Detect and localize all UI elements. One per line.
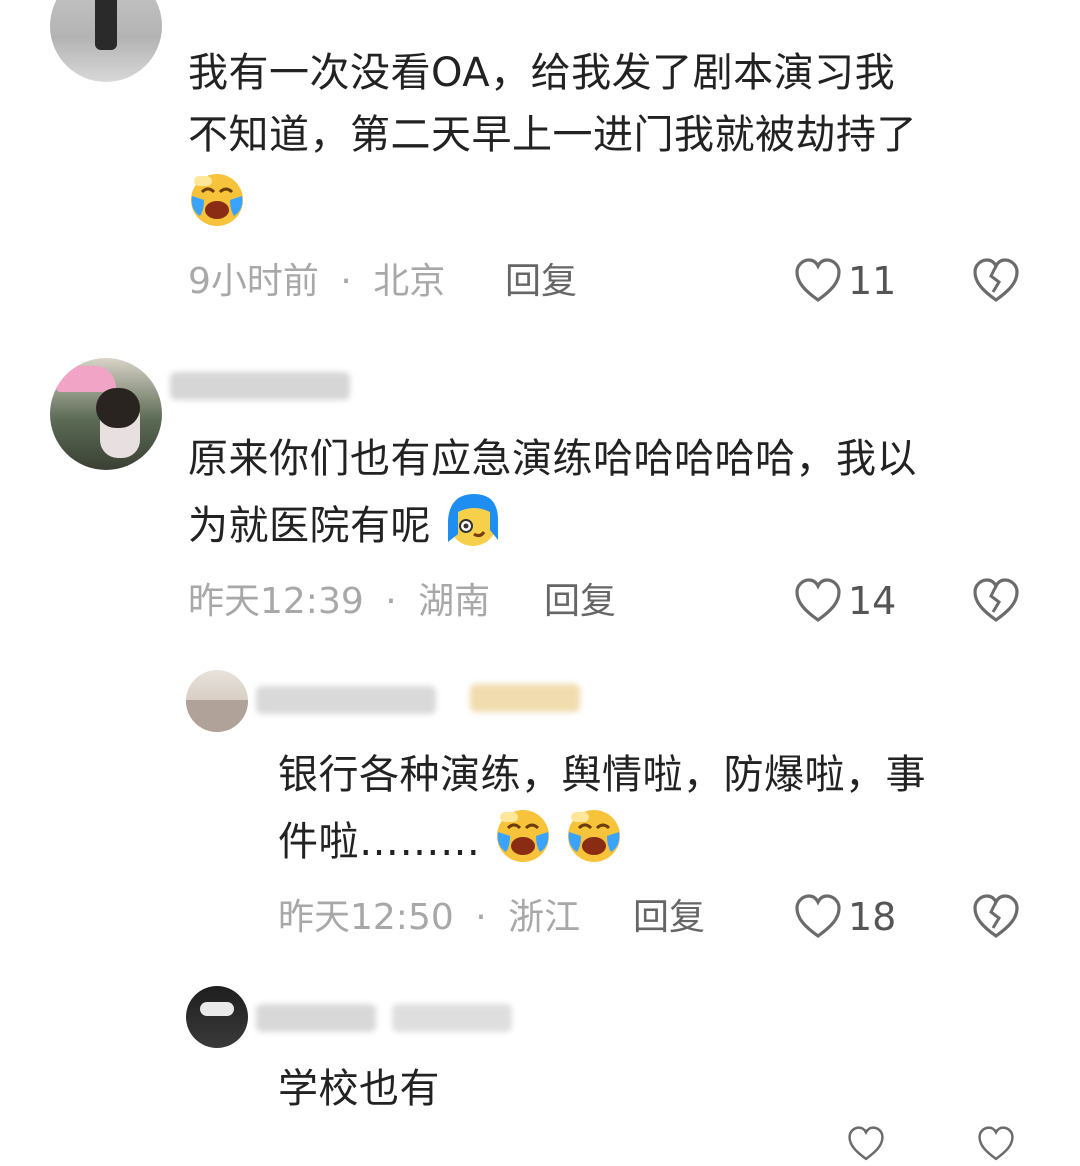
meta-separator: · — [340, 261, 352, 302]
like-count: 11 — [848, 259, 897, 303]
comment-line-text: 件啦……… — [278, 819, 481, 865]
dislike-button[interactable] — [972, 1126, 1020, 1162]
avatar[interactable] — [186, 986, 248, 1048]
comment-meta: 昨天12:50 · 浙江 — [278, 894, 580, 942]
location: 北京 — [373, 261, 446, 302]
comment-text: 我有一次没看OA，给我发了剧本演习我 不知道，第二天早上一进门我就被劫持了 — [188, 42, 1048, 246]
reply-button[interactable]: 回复 — [633, 894, 705, 942]
comment-text: 原来你们也有应急演练哈哈哈哈哈，我以 为就医院有呢 — [188, 428, 1048, 566]
location: 浙江 — [508, 897, 581, 938]
like-button[interactable] — [842, 1126, 890, 1162]
broken-heart-icon — [973, 258, 1019, 302]
comment-line: 不知道，第二天早上一进门我就被劫持了 — [188, 112, 917, 158]
username-blurred[interactable] — [170, 372, 350, 400]
like-button[interactable]: 18 — [794, 892, 896, 942]
timestamp: 昨天12:39 — [188, 581, 364, 622]
reply-button[interactable]: 回复 — [544, 578, 616, 626]
username-badge-blurred — [470, 684, 580, 712]
emoji-crying-laughing-icon — [494, 806, 552, 882]
timestamp: 9小时前 — [188, 261, 319, 302]
comment-line: 银行各种演练，舆情啦，防爆啦，事 — [278, 752, 926, 798]
timestamp: 昨天12:50 — [278, 897, 454, 938]
heart-outline-icon — [795, 894, 841, 938]
broken-heart-icon — [973, 578, 1019, 622]
comment-text: 学校也有 — [278, 1058, 1048, 1120]
username-blurred[interactable] — [256, 1004, 376, 1032]
emoji-crying-laughing-icon — [188, 170, 246, 246]
dislike-button[interactable] — [972, 894, 1020, 942]
like-count: 18 — [848, 895, 897, 939]
broken-heart-icon — [973, 894, 1019, 938]
emoji-blue-hair-sweat-icon — [444, 490, 502, 566]
like-button[interactable]: 14 — [794, 576, 896, 626]
meta-separator: · — [385, 581, 397, 622]
meta-separator: · — [475, 897, 487, 938]
comment-meta: 9小时前 · 北京 — [188, 258, 445, 306]
avatar[interactable] — [186, 670, 248, 732]
heart-outline-icon — [795, 578, 841, 622]
location: 湖南 — [418, 581, 491, 622]
username-blurred[interactable] — [256, 686, 436, 714]
broken-heart-icon — [978, 1126, 1014, 1161]
reply-button[interactable]: 回复 — [505, 258, 577, 306]
comment-line: 为就医院有呢 — [188, 490, 1048, 566]
avatar[interactable] — [50, 358, 162, 470]
emoji-crying-laughing-icon — [565, 806, 623, 882]
comment-text: 银行各种演练，舆情啦，防爆啦，事 件啦……… — [278, 744, 1048, 882]
comment-line: 学校也有 — [278, 1066, 440, 1112]
comment-line: 我有一次没看OA，给我发了剧本演习我 — [188, 50, 896, 96]
like-count: 14 — [848, 579, 897, 623]
avatar[interactable] — [50, 0, 162, 82]
comment-meta: 昨天12:39 · 湖南 — [188, 578, 490, 626]
dislike-button[interactable] — [972, 258, 1020, 306]
dislike-button[interactable] — [972, 578, 1020, 626]
heart-outline-icon — [795, 258, 841, 302]
like-button[interactable]: 11 — [794, 256, 896, 306]
comment-line-text: 为就医院有呢 — [188, 503, 431, 549]
heart-outline-icon — [848, 1126, 884, 1161]
comment-line: 件啦……… — [278, 806, 1048, 882]
username-badge-blurred — [392, 1004, 512, 1032]
comment-line: 原来你们也有应急演练哈哈哈哈哈，我以 — [188, 436, 917, 482]
